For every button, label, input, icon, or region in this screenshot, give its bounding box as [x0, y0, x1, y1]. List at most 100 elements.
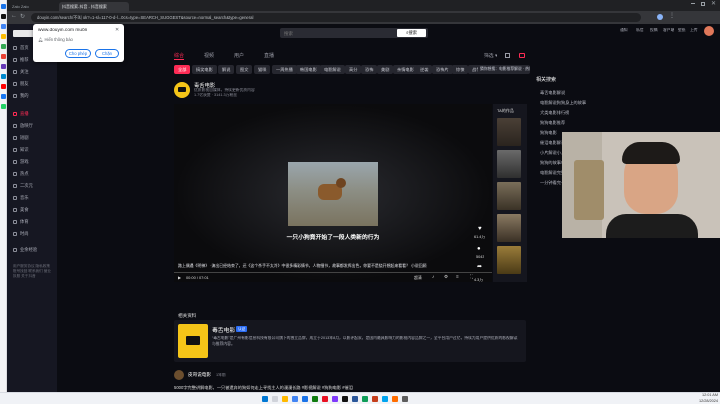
sidebar-item-me[interactable]: 我的 — [13, 92, 29, 100]
sidebar-item-knowledge[interactable]: 知识 — [13, 146, 29, 154]
author-avatar[interactable] — [174, 82, 190, 98]
search-button[interactable]: ⌕搜索 — [397, 29, 426, 37]
reload-icon[interactable]: ↻ — [20, 13, 25, 20]
header-client[interactable]: 客户端 — [663, 28, 674, 33]
sidebar-item-live[interactable]: 直播 — [13, 110, 29, 118]
related-info-card[interactable]: 毒舌电影 认证 “毒舌电影”是广州有影信息科技有限公司旗下的独立品牌，成立于20… — [174, 320, 526, 362]
meet-icon[interactable] — [362, 396, 368, 402]
volume-icon[interactable]: ♪ — [432, 274, 434, 279]
chip-3[interactable]: 图文 — [236, 65, 253, 74]
next-post-text[interactable]: 5000字完整讲解电影，一只被遗弃的狗如何走上寻找主人的漫漫长路 #影视解说 #… — [174, 385, 514, 391]
app-icon-2[interactable] — [392, 396, 398, 402]
chip-2[interactable]: 解说 — [218, 65, 235, 74]
header-messages[interactable]: 私信 — [636, 28, 644, 33]
sidebar-item-food[interactable]: 美食 — [13, 206, 29, 214]
chip-8[interactable]: 高分 — [345, 65, 362, 74]
rail-thumb[interactable] — [497, 182, 521, 210]
tiktok-icon[interactable] — [1, 14, 6, 19]
chip-6[interactable]: 韩国电影 — [296, 65, 321, 74]
comment-icon[interactable]: ● — [477, 246, 481, 252]
store-icon[interactable] — [382, 396, 388, 402]
video-player[interactable]: 一只小狗竟开始了一段人类新的行为 路上偶遇《明神》 ·演出已经结束了，还《这个杀… — [174, 104, 492, 282]
chip-14[interactable]: 惊悚 — [452, 65, 469, 74]
maximize-icon[interactable] — [701, 2, 705, 6]
related-search-item[interactable]: 毒舌电影解说 — [540, 90, 565, 96]
tab-all[interactable]: 综合 — [174, 52, 184, 59]
facebook-icon[interactable] — [1, 94, 6, 99]
sidebar-item-hot[interactable]: 热点 — [13, 170, 29, 178]
sidebar-item-sports[interactable]: 体育 — [13, 218, 29, 226]
search-input[interactable] — [284, 29, 394, 37]
powerpoint-icon[interactable] — [372, 396, 378, 402]
fullscreen-icon[interactable]: ⛶ — [470, 274, 473, 279]
taskbar-date[interactable]: 12/28/2024 — [684, 399, 718, 404]
sidebar-item-fashion[interactable]: 时尚 — [13, 230, 29, 238]
whatsapp-icon[interactable] — [1, 104, 6, 109]
chip-13[interactable]: 恐怖片 — [432, 65, 453, 74]
header-wallpaper[interactable]: 壁纸 — [678, 28, 686, 33]
tab-users[interactable]: 用户 — [234, 52, 244, 59]
sidebar-item-friends[interactable]: 朋友 — [13, 80, 29, 88]
explorer-icon[interactable] — [282, 396, 288, 402]
related-search-item[interactable]: 电影解说狗狗身上的故事 — [540, 100, 586, 106]
chip-1[interactable]: 搞笑电影 — [192, 65, 217, 74]
filter-button[interactable]: 筛选 ▾ — [484, 52, 497, 59]
heart-icon[interactable]: ♥ — [478, 226, 482, 232]
sidebar-item-more[interactable]: 业余经验 — [13, 246, 37, 254]
header-submit[interactable]: 上传 — [690, 28, 698, 33]
start-icon[interactable] — [262, 396, 268, 402]
chrome-icon[interactable] — [1, 24, 6, 29]
search-box[interactable]: ⌕搜索 — [280, 28, 428, 38]
search-taskbar-icon[interactable] — [272, 396, 278, 402]
telegram-icon[interactable] — [1, 74, 6, 79]
chip-12[interactable]: 逆袭 — [416, 65, 433, 74]
sidebar-item-follow[interactable]: 关注 — [13, 68, 29, 76]
folder-icon[interactable] — [1, 34, 6, 39]
sidebar-item-music[interactable]: 音乐 — [13, 194, 29, 202]
app-icon[interactable] — [332, 396, 338, 402]
header-notify[interactable]: 通知 — [620, 28, 628, 33]
chip-9[interactable]: 恐怖 — [361, 65, 378, 74]
suggest-banner[interactable]: 猜你想搜：电影推荐解说 · 热门电影 · 热度最高 — [478, 65, 530, 74]
chip-5[interactable]: 一周热播 — [272, 65, 297, 74]
chip-11[interactable]: 亲情电影 — [393, 65, 418, 74]
youtube-icon[interactable] — [1, 84, 6, 89]
share-icon[interactable]: ➦ — [477, 263, 482, 270]
sidebar-item-home[interactable]: 首页 — [13, 44, 29, 52]
header-upload[interactable]: 投稿 — [650, 28, 658, 33]
minimize-icon[interactable] — [691, 3, 695, 4]
tab-video[interactable]: 视频 — [204, 52, 214, 59]
popup-close-icon[interactable]: ✕ — [115, 27, 119, 33]
rail-thumb[interactable] — [497, 246, 521, 274]
word-icon[interactable] — [352, 396, 358, 402]
hd-label[interactable]: 超清 — [414, 275, 422, 281]
chrome-taskbar-icon[interactable] — [292, 396, 298, 402]
sidebar-item-drama[interactable]: 短剧 — [13, 134, 29, 142]
user-avatar[interactable] — [704, 26, 714, 36]
browser-tab-active[interactable]: 抖音搜索-抖音 - 抖音搜索 — [59, 2, 129, 11]
sidebar-item-games[interactable]: 游戏 — [13, 158, 29, 166]
progress-track[interactable] — [174, 272, 492, 273]
sidebar-item-anime[interactable]: 二次元 — [13, 182, 33, 190]
tiktok-taskbar-icon[interactable] — [342, 396, 348, 402]
zalo-icon[interactable] — [1, 4, 6, 9]
play-button[interactable]: ▶ — [178, 275, 181, 280]
sidebar-item-recommend[interactable]: 推荐 — [13, 56, 29, 64]
related-search-item[interactable]: 狗狗电影 — [540, 130, 557, 136]
related-search-item[interactable]: 犬类电影排行榜 — [540, 110, 569, 116]
tab-live[interactable]: 直播 — [264, 52, 274, 59]
address-bar[interactable]: douyin.com/search/不叫 ok?=1-sl=117-0-d-l.… — [31, 13, 641, 22]
douyin-logo[interactable] — [13, 30, 35, 37]
rail-thumb[interactable] — [497, 214, 521, 242]
chip-10[interactable]: 美剧 — [377, 65, 394, 74]
gmail-icon[interactable] — [1, 54, 6, 59]
danmaku-icon[interactable]: ≡ — [456, 274, 459, 279]
list-view-icon[interactable] — [519, 53, 525, 58]
chip-4[interactable]: 猫咪 — [254, 65, 271, 74]
profile-avatar[interactable] — [657, 14, 663, 20]
rail-thumb[interactable] — [497, 118, 521, 146]
back-icon[interactable]: ← — [11, 13, 17, 19]
rail-thumb[interactable] — [497, 150, 521, 178]
related-search-item[interactable]: 狗狗电影推荐 — [540, 120, 565, 126]
sidebar-footer-links[interactable]: 用户服务协议 隐私政策 账号找回 联系我们 营业执照 关于抖音 — [13, 264, 51, 279]
